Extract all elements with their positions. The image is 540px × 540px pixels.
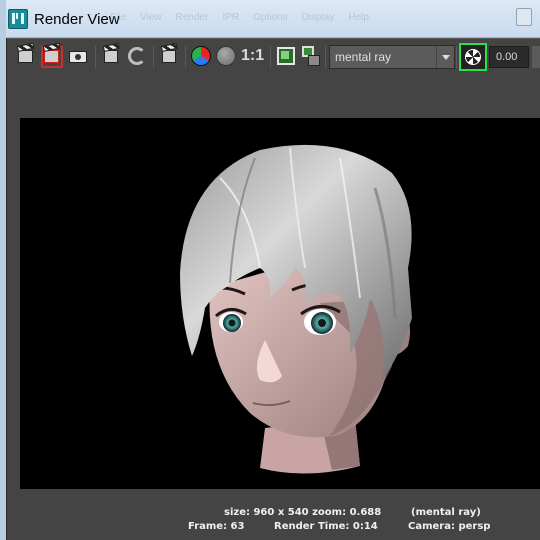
refresh-ipr-icon[interactable] bbox=[126, 45, 148, 69]
render-region-icon[interactable] bbox=[41, 45, 63, 69]
ipr-render-icon[interactable] bbox=[101, 45, 123, 69]
maya-app-icon bbox=[8, 9, 28, 29]
render-image-viewport[interactable] bbox=[20, 118, 540, 489]
ghost-menu-item: Render bbox=[175, 12, 209, 23]
ghost-menu-item: Display bbox=[301, 12, 335, 23]
toolbar-separator bbox=[95, 46, 96, 68]
ghost-menu-item: File bbox=[110, 12, 127, 23]
renderer-name-text: (mental ray) bbox=[411, 507, 481, 518]
display-rgb-icon[interactable] bbox=[190, 45, 212, 69]
render-time-text: Render Time: 0:14 bbox=[274, 521, 378, 532]
gamma-field[interactable] bbox=[532, 46, 540, 68]
background-window-menu: File View Render IPR Options Display Hel… bbox=[110, 12, 520, 26]
real-size-label: 1:1 bbox=[241, 47, 265, 64]
redo-previous-render-icon[interactable] bbox=[15, 45, 37, 69]
display-alpha-icon[interactable] bbox=[215, 45, 237, 69]
window-title-bar[interactable]: Render View File View Render IPR Options… bbox=[0, 0, 540, 38]
frame-number-text: Frame: 63 bbox=[188, 521, 245, 532]
window-title: Render View bbox=[34, 11, 120, 28]
chevron-down-icon[interactable] bbox=[436, 46, 454, 68]
renderer-select-value: mental ray bbox=[335, 50, 392, 64]
ghost-menu-item: IPR bbox=[222, 12, 240, 23]
ghost-menu-item: View bbox=[140, 12, 162, 23]
keep-image-icon[interactable] bbox=[275, 45, 297, 69]
toolbar-separator bbox=[153, 46, 154, 68]
exposure-field[interactable]: 0.00 bbox=[489, 46, 529, 68]
color-management-button[interactable] bbox=[459, 43, 487, 71]
rendered-image bbox=[180, 144, 412, 474]
toolbar-separator bbox=[185, 46, 186, 68]
renderer-select[interactable]: mental ray bbox=[329, 45, 455, 69]
ghost-menu-item: Options bbox=[253, 12, 288, 23]
toolbar-separator bbox=[325, 46, 326, 68]
toolbar-separator bbox=[270, 46, 271, 68]
aperture-icon bbox=[465, 49, 481, 65]
render-view-panel: 1:1 mental ray 0.00 size: 960 x 540 zoom… bbox=[6, 38, 540, 540]
right-pupil bbox=[318, 319, 326, 327]
render-status-bar: size: 960 x 540 zoom: 0.688 (mental ray)… bbox=[7, 501, 540, 540]
snapshot-icon[interactable] bbox=[67, 45, 89, 69]
camera-name-text: Camera: persp bbox=[408, 521, 491, 532]
window-control-button[interactable] bbox=[516, 8, 532, 26]
render-sequence-icon[interactable] bbox=[159, 45, 181, 69]
image-size-zoom-text: size: 960 x 540 zoom: 0.688 bbox=[224, 507, 382, 518]
remove-image-icon[interactable] bbox=[300, 45, 322, 69]
ghost-menu-item: Help bbox=[348, 12, 369, 23]
real-size-button[interactable]: 1:1 bbox=[241, 45, 267, 69]
toolbar-separator bbox=[456, 46, 457, 68]
render-toolbar: 1:1 mental ray 0.00 bbox=[7, 38, 540, 74]
left-pupil bbox=[228, 319, 236, 327]
